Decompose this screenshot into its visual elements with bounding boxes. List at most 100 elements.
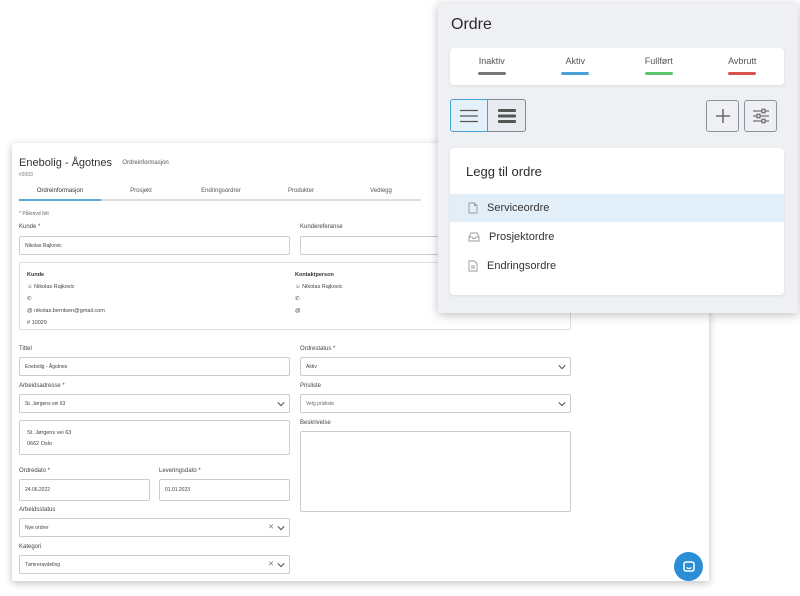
customer-email-row: @ nikolas.berntsen@gmail.com bbox=[27, 305, 105, 317]
chevron-down-icon bbox=[277, 563, 285, 568]
status-label: Aktiv bbox=[565, 56, 585, 66]
ordrestatus-value: Aktiv bbox=[306, 363, 317, 370]
list-icon bbox=[460, 109, 478, 122]
status-bar bbox=[728, 72, 757, 75]
customer-name: Nikolas Rajkovic bbox=[34, 284, 75, 290]
customer-email: nikolas.berntsen@gmail.com bbox=[34, 308, 105, 314]
beskrivelse-label: Beskrivelse bbox=[300, 420, 331, 426]
arbeidsadresse-value: St. Jørgens vei 63 bbox=[25, 400, 66, 407]
kundereferanse-label: Kundereferanse bbox=[300, 224, 343, 230]
ordredato-label: Ordredato * bbox=[19, 468, 51, 474]
status-fullfort[interactable]: Fullført bbox=[624, 48, 694, 85]
customer-number: 10029 bbox=[31, 320, 47, 326]
form-header: Enebolig - Ågotnes Ordreinformasjon #200… bbox=[19, 153, 169, 178]
tab-produkter[interactable]: Produkter bbox=[261, 185, 341, 201]
status-bar bbox=[477, 72, 506, 75]
prisliste-select[interactable]: Velg prisliste bbox=[300, 394, 571, 413]
kunde-label: Kunde * bbox=[19, 224, 41, 230]
status-bar bbox=[644, 72, 673, 75]
add-order-card: Legg til ordre Serviceordre Prosjektordr… bbox=[450, 148, 784, 295]
arbeidsstatus-value: Nye ordrer bbox=[25, 524, 49, 531]
tittel-field[interactable]: Enebolig - Ågotnes bbox=[19, 357, 290, 376]
kategori-label: Kategori bbox=[19, 544, 42, 550]
filter-button[interactable] bbox=[744, 100, 777, 132]
address-line2: 0662 Oslo bbox=[27, 441, 53, 447]
at-icon: @ bbox=[295, 308, 301, 314]
person-icon: ☺ bbox=[27, 284, 33, 290]
add-button[interactable] bbox=[706, 100, 739, 132]
plus-icon bbox=[715, 109, 730, 123]
status-avbrutt[interactable]: Avbrutt bbox=[707, 48, 777, 85]
add-serviceordre-item[interactable]: Serviceordre bbox=[450, 194, 784, 222]
ordredato-value: 24.06.2022 bbox=[25, 487, 51, 493]
prisliste-label: Prisliste bbox=[300, 383, 322, 389]
contact-name-row: ☺ Nikolas Rajkovic bbox=[295, 281, 343, 293]
customer-heading: Kunde bbox=[27, 272, 45, 278]
tab-endringsordrer[interactable]: Endringsordrer bbox=[181, 185, 261, 201]
view-toggle bbox=[450, 99, 526, 132]
address-box: St. Jørgens vei 63 0662 Oslo bbox=[19, 420, 290, 455]
leveringsdato-field[interactable]: 01.01.2023 bbox=[159, 479, 290, 501]
person-icon: ☺ bbox=[295, 284, 301, 290]
leveringsdato-value: 01.01.2023 bbox=[165, 487, 191, 493]
compact-view-button[interactable] bbox=[488, 99, 526, 132]
arbeidsstatus-label: Arbeidsstatus bbox=[19, 507, 56, 513]
chevron-down-icon bbox=[277, 526, 285, 531]
tab-vedlegg[interactable]: Vedlegg bbox=[341, 185, 421, 201]
add-order-title: Legg til ordre bbox=[466, 164, 542, 179]
status-inaktiv[interactable]: Inaktiv bbox=[457, 48, 527, 85]
chevron-down-icon bbox=[558, 402, 566, 407]
phone-icon: ✆ bbox=[295, 296, 300, 302]
customer-number-row: # 10029 bbox=[27, 317, 105, 329]
kategori-value: Tømreravdeling bbox=[25, 561, 61, 568]
contact-column: Kontaktperson ☺ Nikolas Rajkovic ✆ @ bbox=[295, 269, 343, 317]
ordredato-field[interactable]: 24.06.2022 bbox=[19, 479, 150, 501]
kategori-select[interactable]: Tømreravdeling ✕ bbox=[19, 555, 290, 574]
order-id: #2003 bbox=[19, 172, 33, 178]
arbeidsstatus-select[interactable]: Nye ordrer ✕ bbox=[19, 518, 290, 537]
phone-icon: ✆ bbox=[27, 296, 32, 302]
status-label: Inaktiv bbox=[478, 56, 505, 66]
chevron-down-icon bbox=[558, 365, 566, 370]
sliders-icon bbox=[752, 108, 769, 124]
tittel-value: Enebolig - Ågotnes bbox=[25, 363, 68, 370]
edit-document-icon bbox=[468, 260, 478, 272]
ordrestatus-label: Ordrestatus * bbox=[300, 346, 336, 352]
ordre-panel: Ordre Inaktiv Aktiv Fullført Avbrutt Leg… bbox=[438, 3, 798, 313]
chat-button[interactable] bbox=[674, 552, 703, 581]
customer-name-row: ☺ Nikolas Rajkovic bbox=[27, 281, 105, 293]
item-label: Serviceordre bbox=[487, 202, 550, 214]
chat-icon bbox=[682, 560, 695, 572]
ordrestatus-select[interactable]: Aktiv bbox=[300, 357, 571, 376]
leveringsdato-label: Leveringsdato * bbox=[159, 468, 201, 474]
order-subtitle: Ordreinformasjon bbox=[122, 160, 169, 166]
kunde-field[interactable]: Nikolas Rajkovic bbox=[19, 236, 290, 255]
contact-heading: Kontaktperson bbox=[295, 272, 334, 278]
contact-name: Nikolas Rajkovic bbox=[302, 284, 343, 290]
list-view-button[interactable] bbox=[450, 99, 488, 132]
compact-list-icon bbox=[497, 108, 516, 123]
beskrivelse-textarea[interactable] bbox=[300, 431, 571, 512]
inbox-icon bbox=[468, 232, 480, 242]
add-prosjektordre-item[interactable]: Prosjektordre bbox=[450, 223, 784, 251]
tab-ordreinformasjon[interactable]: Ordreinformasjon bbox=[19, 185, 101, 201]
status-label: Avbrutt bbox=[728, 56, 757, 66]
chevron-down-icon bbox=[277, 402, 285, 407]
document-icon bbox=[468, 202, 478, 214]
customer-column: Kunde ☺ Nikolas Rajkovic ✆ @ nikolas.ber… bbox=[27, 269, 105, 329]
required-note: * Påkrevd felt bbox=[19, 211, 49, 217]
tittel-label: Tittel bbox=[19, 346, 32, 352]
status-aktiv[interactable]: Aktiv bbox=[540, 48, 610, 85]
prisliste-placeholder: Velg prisliste bbox=[306, 400, 335, 407]
clear-icon[interactable]: ✕ bbox=[268, 523, 274, 531]
arbeidsadresse-select[interactable]: St. Jørgens vei 63 bbox=[19, 394, 290, 413]
form-tabs: Ordreinformasjon Prosjekt Endringsordrer… bbox=[19, 185, 421, 201]
item-label: Endringsordre bbox=[487, 260, 557, 272]
arbeidsadresse-label: Arbeidsadresse * bbox=[19, 383, 65, 389]
kunde-value: Nikolas Rajkovic bbox=[25, 242, 62, 249]
clear-icon[interactable]: ✕ bbox=[268, 560, 274, 568]
status-bar bbox=[561, 72, 590, 75]
add-endringsordre-item[interactable]: Endringsordre bbox=[450, 252, 784, 280]
item-label: Prosjektordre bbox=[489, 231, 555, 243]
tab-prosjekt[interactable]: Prosjekt bbox=[101, 185, 181, 201]
